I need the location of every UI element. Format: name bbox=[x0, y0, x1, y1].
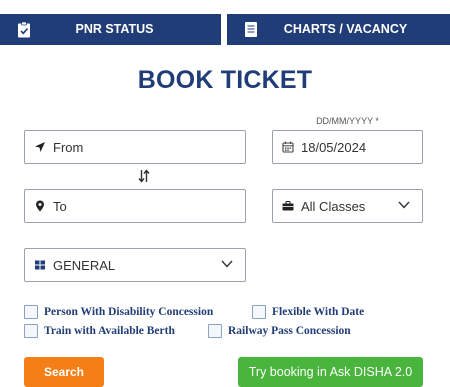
calendar-icon bbox=[282, 141, 294, 153]
page-title: BOOK TICKET bbox=[137, 66, 313, 94]
available-berth-label: Train with Available Berth bbox=[44, 325, 175, 337]
disability-concession-checkbox[interactable] bbox=[24, 305, 38, 319]
from-station-input[interactable]: From bbox=[24, 130, 246, 164]
quota-select[interactable]: GENERAL bbox=[24, 248, 246, 282]
date-format-label: DD/MM/YYYY * bbox=[316, 116, 379, 126]
chevron-down-icon bbox=[398, 201, 410, 209]
flexible-date-option: Flexible With Date bbox=[252, 305, 364, 319]
class-select-value: All Classes bbox=[301, 199, 366, 214]
flexible-date-checkbox[interactable] bbox=[252, 305, 266, 319]
search-button[interactable]: Search bbox=[24, 357, 104, 387]
map-pin-icon bbox=[36, 200, 44, 212]
chevron-down-icon bbox=[221, 260, 233, 268]
tab-charts-vacancy-label: CHARTS / VACANCY bbox=[283, 22, 408, 36]
to-station-placeholder: To bbox=[53, 199, 67, 214]
location-arrow-icon bbox=[35, 142, 45, 152]
from-station-placeholder: From bbox=[53, 140, 84, 155]
briefcase-icon bbox=[282, 201, 294, 211]
ask-disha-button[interactable]: Try booking in Ask DISHA 2.0 bbox=[238, 357, 423, 387]
grid-icon bbox=[35, 260, 45, 270]
swap-arrows-icon[interactable] bbox=[138, 169, 150, 183]
to-station-input[interactable]: To bbox=[24, 189, 246, 223]
flexible-date-label: Flexible With Date bbox=[272, 306, 365, 318]
railway-pass-label: Railway Pass Concession bbox=[228, 325, 351, 337]
railway-pass-checkbox[interactable] bbox=[208, 324, 222, 338]
tab-pnr-status[interactable]: PNR STATUS bbox=[0, 14, 221, 45]
class-select[interactable]: All Classes bbox=[272, 189, 423, 223]
quota-select-value: GENERAL bbox=[53, 258, 116, 273]
tab-pnr-status-label: PNR STATUS bbox=[75, 22, 154, 36]
available-berth-checkbox[interactable] bbox=[24, 324, 38, 338]
disability-concession-label: Person With Disability Concession bbox=[44, 306, 214, 318]
journey-date-value: 18/05/2024 bbox=[301, 140, 367, 155]
journey-date-input[interactable]: 18/05/2024 bbox=[272, 130, 423, 164]
disability-concession-option: Person With Disability Concession bbox=[24, 305, 213, 319]
railway-pass-option: Railway Pass Concession bbox=[208, 324, 351, 338]
available-berth-option: Train with Available Berth bbox=[24, 324, 175, 338]
tab-charts-vacancy[interactable]: CHARTS / VACANCY bbox=[227, 14, 450, 45]
